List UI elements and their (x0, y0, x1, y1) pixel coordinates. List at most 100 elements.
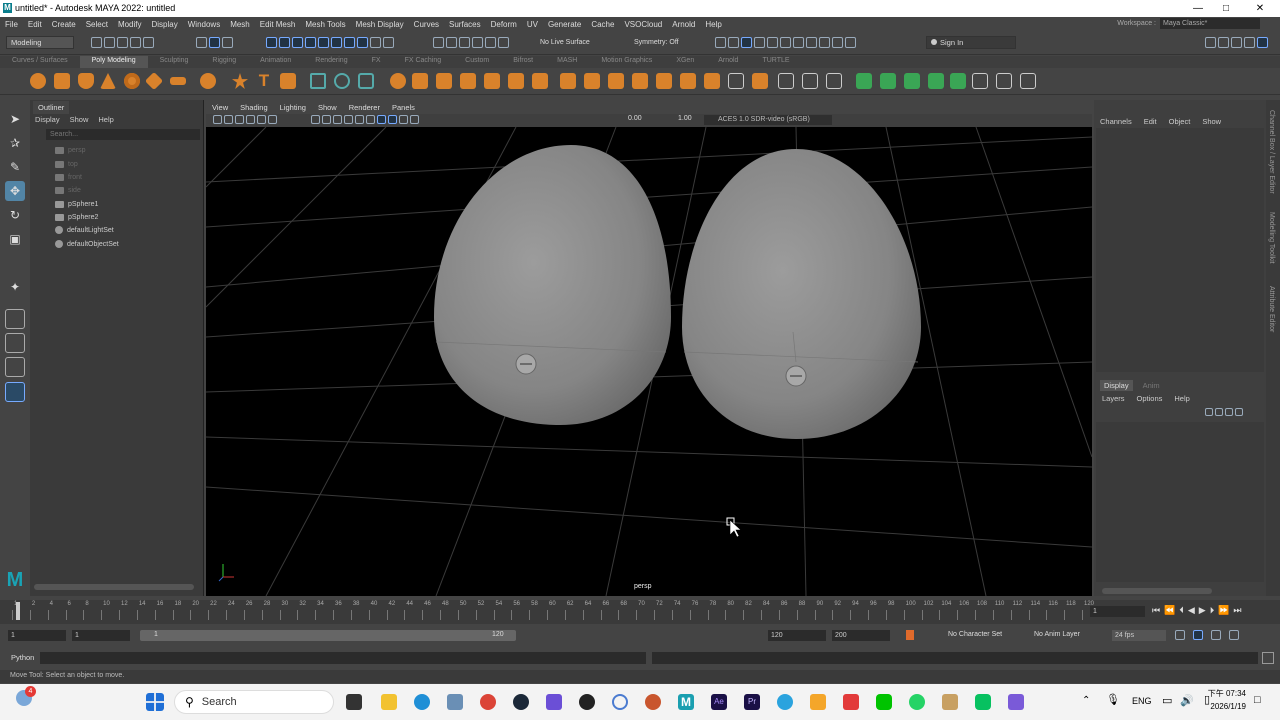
select-tool-icon[interactable]: ➤ (5, 109, 25, 129)
append-polygon-icon[interactable] (704, 73, 720, 89)
poly-sphere-icon[interactable] (30, 73, 46, 89)
channel-scrollbar[interactable] (1102, 588, 1212, 594)
live-surface-field[interactable]: No Live Surface (540, 39, 590, 46)
uv-editor-icon[interactable] (972, 73, 988, 89)
loop-icon[interactable] (1175, 630, 1185, 640)
minimize-button[interactable]: — (1184, 0, 1212, 17)
input-language-indicator[interactable]: ENG (1132, 696, 1152, 706)
antialias-icon[interactable] (388, 115, 397, 124)
auto-key-icon[interactable] (906, 630, 914, 640)
xray-icon[interactable] (410, 115, 419, 124)
menu-arnold[interactable]: Arnold (667, 20, 700, 29)
target-weld-icon[interactable] (656, 73, 672, 89)
render-setup-icon[interactable] (845, 37, 856, 48)
magnet-icon[interactable] (383, 37, 394, 48)
vp-menu-shading[interactable]: Shading (234, 103, 274, 112)
outliner-item-psphere2[interactable]: pSphere2 (55, 211, 98, 223)
menu-select[interactable]: Select (81, 20, 113, 29)
light-editor-icon[interactable] (780, 37, 791, 48)
poly-torus-icon[interactable] (124, 73, 140, 89)
shelf-tab-mash[interactable]: MASH (545, 56, 589, 68)
anim-end-field[interactable]: 200 (832, 630, 890, 641)
input-ops-icon[interactable] (433, 37, 444, 48)
redo-icon[interactable] (143, 37, 154, 48)
snap-vertex-icon[interactable] (357, 37, 368, 48)
cache-playback-icon[interactable] (1193, 630, 1203, 640)
outliner-layout-icon[interactable] (5, 382, 25, 402)
save-scene-icon[interactable] (117, 37, 128, 48)
modeling-toolkit-toggle-icon[interactable] (1205, 37, 1216, 48)
layers-menu-help[interactable]: Help (1174, 394, 1189, 403)
mirror-icon[interactable] (460, 73, 476, 89)
separate-icon[interactable] (334, 73, 350, 89)
current-frame-field[interactable]: 1 (1090, 606, 1145, 617)
checker-icon[interactable] (1020, 73, 1036, 89)
network-icon[interactable]: ▭ (1162, 694, 1172, 707)
textured-icon[interactable] (344, 115, 353, 124)
outliner-toggle-icon[interactable] (1257, 37, 1268, 48)
snap-grid-icon[interactable] (266, 37, 277, 48)
snap-view-icon[interactable] (305, 37, 316, 48)
shelf-tab-bifrost[interactable]: Bifrost (501, 56, 545, 68)
step-back-frame-icon[interactable]: ⏴ (1179, 605, 1184, 616)
outliner-scrollbar[interactable] (34, 584, 194, 590)
image-viewer-icon[interactable] (942, 694, 958, 710)
render-view-icon[interactable] (767, 37, 778, 48)
channel-menu-show[interactable]: Show (1202, 117, 1221, 126)
menu-create[interactable]: Create (47, 20, 81, 29)
close-button[interactable]: ✕ (1246, 0, 1274, 17)
outliner-item-top[interactable]: top (55, 158, 78, 170)
type-tool-icon[interactable]: T (256, 72, 272, 89)
ipr-render-icon[interactable] (728, 37, 739, 48)
bridge-icon[interactable] (584, 73, 600, 89)
image-plane-icon[interactable] (246, 115, 255, 124)
automatic-map-icon[interactable] (880, 73, 896, 89)
tray-overflow-icon[interactable]: ⌃ (1082, 695, 1090, 706)
sign-in-button[interactable]: Sign In (926, 36, 1016, 49)
telegram-icon[interactable] (777, 694, 793, 710)
step-back-key-icon[interactable]: ⏪ (1164, 605, 1175, 616)
go-to-start-icon[interactable]: ⏮ (1152, 605, 1160, 616)
shelf-tab-arnold[interactable]: Arnold (706, 56, 750, 68)
output-ops-icon[interactable] (446, 37, 457, 48)
blender-icon[interactable] (645, 694, 661, 710)
channel-menu-channels[interactable]: Channels (1100, 117, 1132, 126)
super-shape-icon[interactable] (232, 73, 248, 89)
outliner-search-input[interactable]: Search... (46, 129, 200, 140)
end-time-field[interactable]: 120 (768, 630, 826, 641)
arnold-ipr-icon[interactable] (806, 37, 817, 48)
layer-tab-display[interactable]: Display (1100, 380, 1133, 391)
new-scene-icon[interactable] (91, 37, 102, 48)
move-layer-up-icon[interactable] (1205, 408, 1213, 416)
two-pane-layout-icon[interactable] (5, 357, 25, 377)
premiere-icon[interactable]: Pr (744, 694, 760, 710)
four-pane-layout-icon[interactable] (5, 333, 25, 353)
after-effects-icon[interactable]: Ae (711, 694, 727, 710)
menu-edit[interactable]: Edit (23, 20, 47, 29)
hierarchy-mode-icon[interactable] (196, 37, 207, 48)
tool-settings-toggle-icon[interactable] (1231, 37, 1242, 48)
bevel-icon[interactable] (608, 73, 624, 89)
render-region-icon[interactable] (498, 37, 509, 48)
microphone-icon[interactable]: 🎙 (1106, 693, 1120, 706)
shelf-tab-rigging[interactable]: Rigging (200, 56, 248, 68)
attribute-editor-toggle-icon[interactable] (1218, 37, 1229, 48)
shelf-tab-curves-surfaces[interactable]: Curves / Surfaces (0, 56, 80, 68)
move-layer-down-icon[interactable] (1215, 408, 1223, 416)
planar-map-icon[interactable] (856, 73, 872, 89)
menu-vsocloud[interactable]: VSOCloud (619, 20, 667, 29)
offset-edge-loop-icon[interactable] (752, 73, 768, 89)
retopo-icon[interactable] (436, 73, 452, 89)
menu-file[interactable]: File (0, 20, 23, 29)
channel-box-toggle-icon[interactable] (1244, 37, 1255, 48)
menu-uv[interactable]: UV (522, 20, 543, 29)
object-mode-icon[interactable] (209, 37, 220, 48)
shelf-tab-sculpting[interactable]: Sculpting (148, 56, 201, 68)
outliner-menu-show[interactable]: Show (70, 115, 89, 124)
shelf-tab-turtle[interactable]: TURTLE (750, 56, 801, 68)
shelf-tab-fx-caching[interactable]: FX Caching (393, 56, 454, 68)
shelf-tab-xgen[interactable]: XGen (664, 56, 706, 68)
maximize-button[interactable]: □ (1212, 0, 1240, 17)
vp-menu-panels[interactable]: Panels (386, 103, 421, 112)
maya-taskbar-icon[interactable]: M (678, 694, 694, 710)
